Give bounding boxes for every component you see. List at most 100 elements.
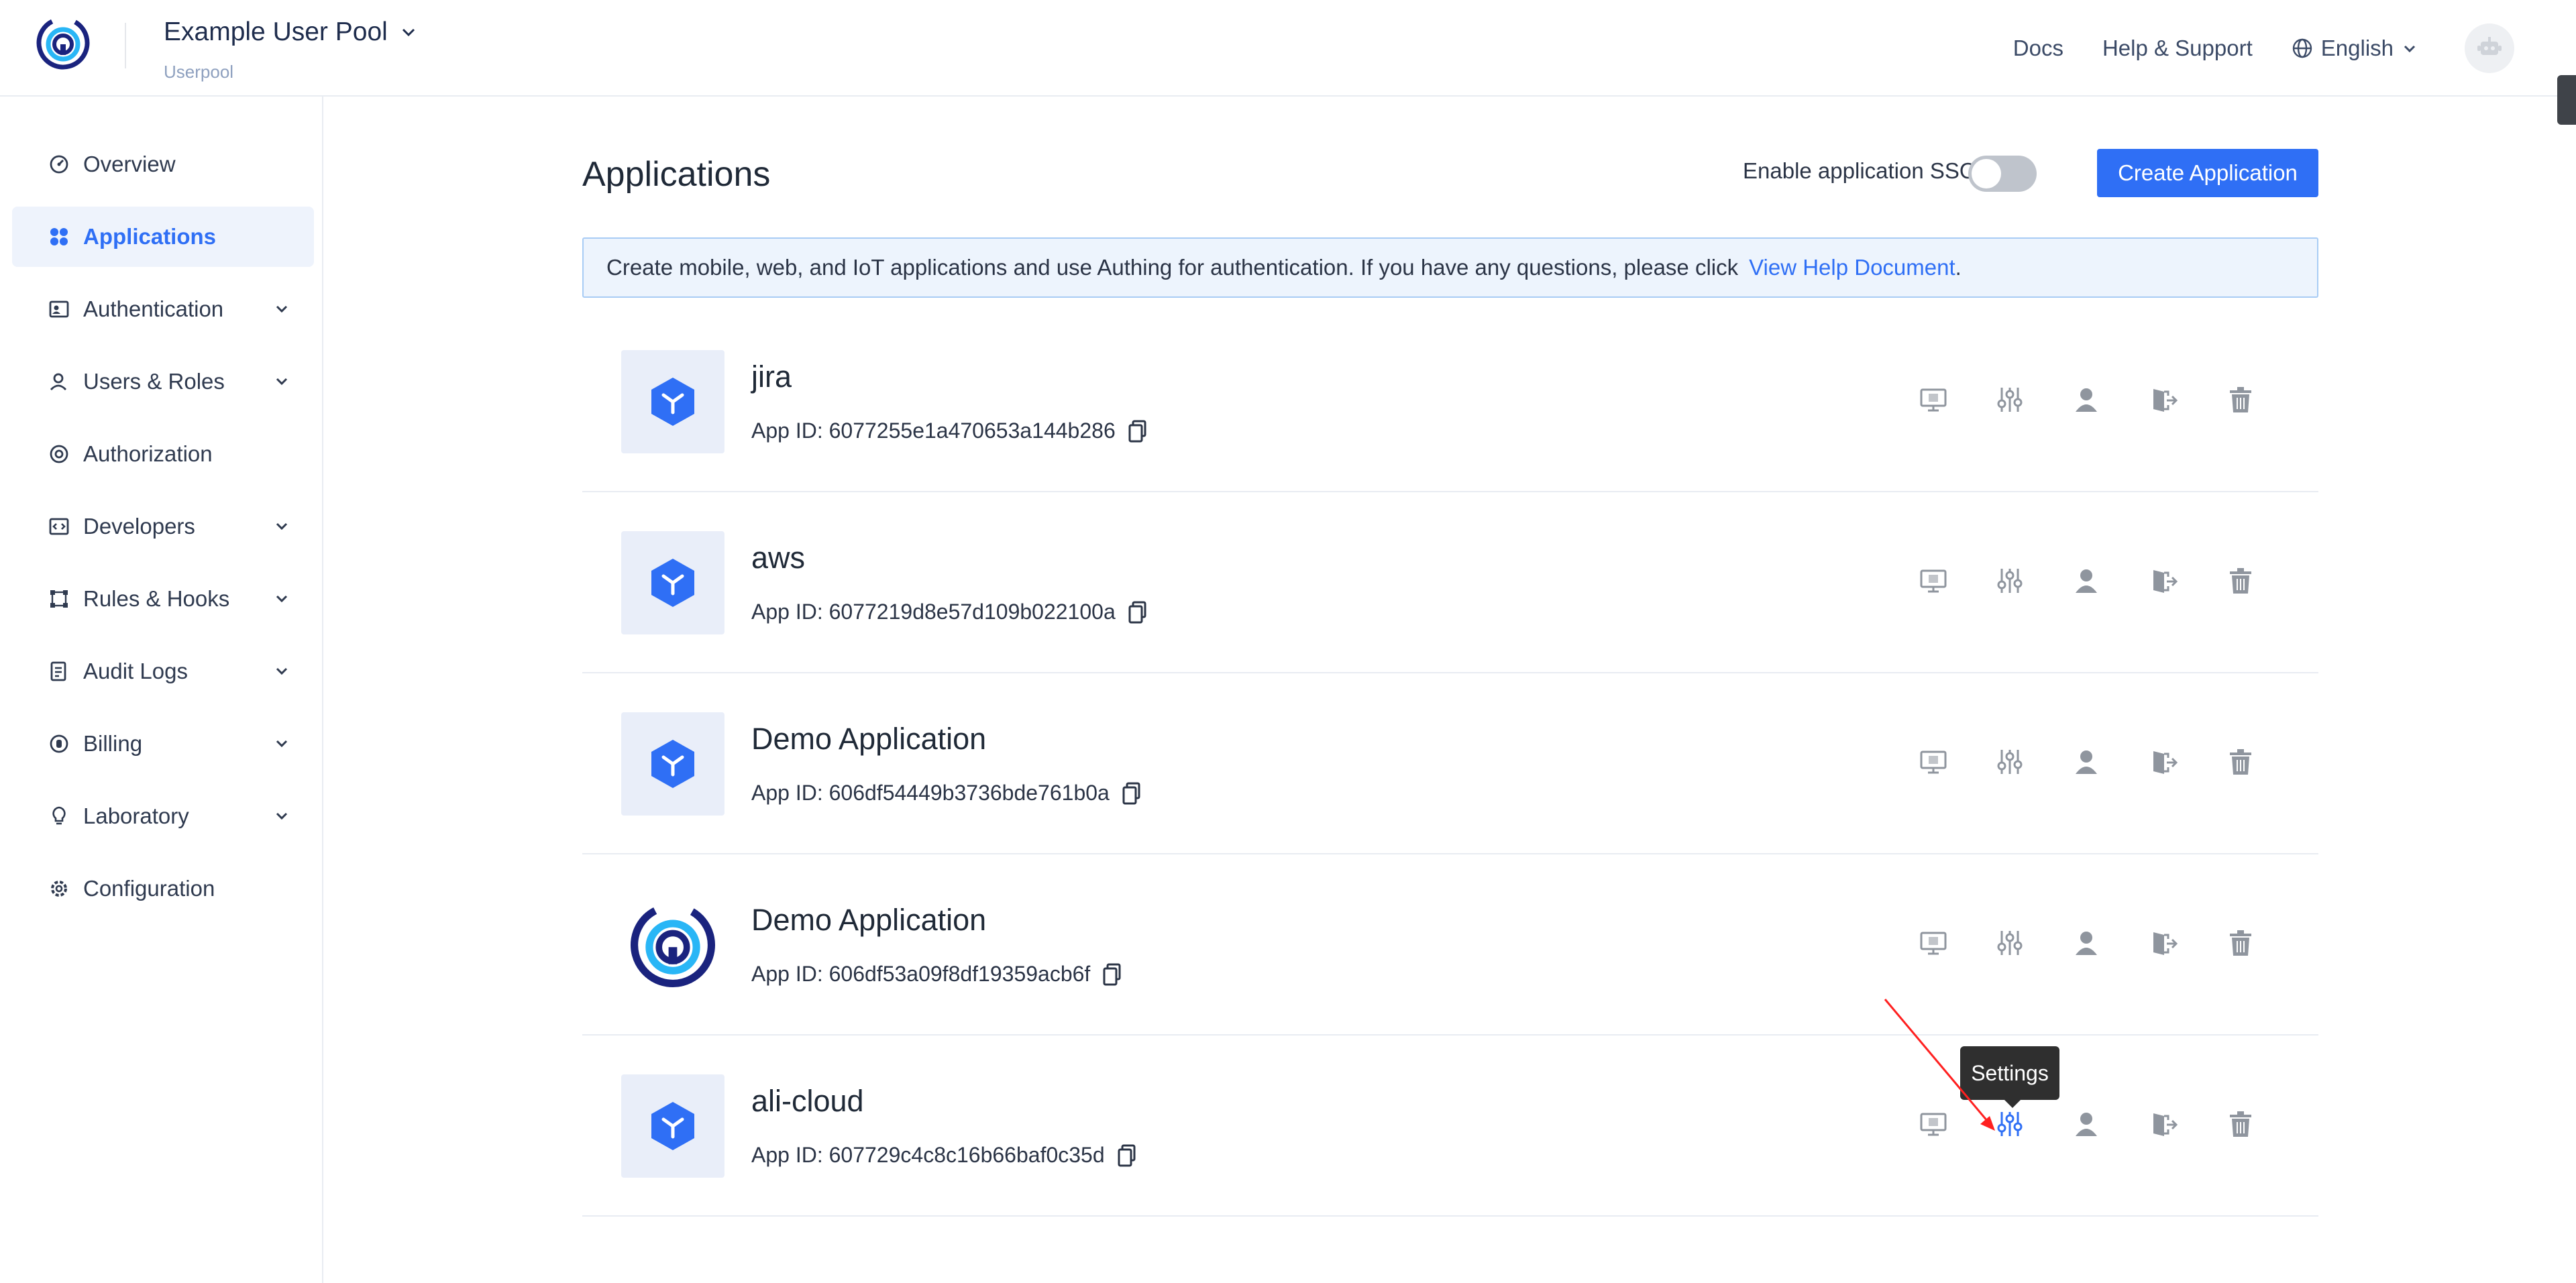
notice-end: .: [1955, 255, 1962, 280]
docs-link[interactable]: Docs: [2013, 36, 2063, 61]
logout-button[interactable]: [2143, 740, 2186, 783]
sidebar-item-label: Audit Logs: [83, 659, 188, 683]
help-support-link[interactable]: Help & Support: [2102, 36, 2253, 61]
monitor-button[interactable]: [1912, 740, 1955, 783]
userpool-switcher[interactable]: Example User Pool: [164, 17, 417, 47]
annotation-arrow: [1884, 999, 1995, 1131]
settings-sliders-button[interactable]: [1988, 740, 2031, 783]
sidebar-item-developers[interactable]: Developers: [12, 496, 314, 557]
monitor-icon: [1920, 569, 1947, 593]
trash-button[interactable]: [2219, 1103, 2262, 1146]
sidebar-item-laboratory[interactable]: Laboratory: [12, 786, 314, 846]
grid-icon: [50, 228, 68, 245]
avatar[interactable]: [2465, 23, 2514, 73]
chevron-down-icon: [402, 28, 415, 37]
sidebar-item-label: Users & Roles: [83, 369, 225, 394]
trash-icon: [2230, 387, 2251, 412]
user-icon: [50, 373, 67, 390]
row-actions: [582, 378, 2318, 425]
create-application-button[interactable]: Create Application: [2097, 149, 2318, 197]
tooltip-arrow: [2004, 1100, 2021, 1108]
logout-icon: [2153, 389, 2178, 412]
chevron-down-icon: [276, 667, 288, 675]
language-selector[interactable]: English: [2292, 36, 2418, 61]
sidebar-item-rules-hooks[interactable]: Rules & Hooks: [12, 569, 314, 629]
authing-logo[interactable]: [35, 15, 91, 71]
trash-button[interactable]: [2219, 378, 2262, 421]
sidebar-item-overview[interactable]: Overview: [12, 134, 314, 194]
sidebar-item-label: Configuration: [83, 876, 215, 901]
sidebar-item-users-roles[interactable]: Users & Roles: [12, 351, 314, 412]
user-button[interactable]: [2065, 740, 2108, 783]
sso-toggle-label: Enable application SSO: [1743, 158, 1977, 183]
settings-sliders-icon: [1997, 388, 2023, 412]
application-row[interactable]: Demo Application App ID: 606df53a09f8df1…: [582, 854, 2318, 1036]
sidebar-item-configuration[interactable]: Configuration: [12, 858, 314, 919]
chevron-down-icon: [276, 740, 288, 748]
gear-icon: [51, 881, 67, 897]
row-actions: [582, 1103, 2318, 1150]
help-document-link[interactable]: View Help Document: [1749, 255, 1955, 280]
row-actions: [582, 559, 2318, 606]
user-icon: [2076, 388, 2097, 412]
user-button[interactable]: [2065, 559, 2108, 602]
monitor-button[interactable]: [1912, 922, 1955, 964]
bulb-icon: [52, 806, 66, 825]
monitor-icon: [1920, 932, 1947, 955]
language-label: English: [2320, 36, 2394, 60]
trash-icon: [2230, 749, 2251, 775]
nodes-icon: [50, 590, 68, 608]
sidebar-item-label: Authorization: [83, 441, 213, 466]
user-button[interactable]: [2065, 1103, 2108, 1146]
document-icon: [50, 661, 66, 681]
sso-toggle[interactable]: [1968, 156, 2037, 192]
user-icon: [2076, 750, 2097, 774]
logout-button[interactable]: [2143, 559, 2186, 602]
monitor-button[interactable]: [1912, 378, 1955, 421]
chevron-down-icon: [276, 595, 288, 603]
sidebar-item-authorization[interactable]: Authorization: [12, 424, 314, 484]
trash-icon: [2230, 568, 2251, 594]
trash-button[interactable]: [2219, 559, 2262, 602]
sidebar-item-label: Authentication: [83, 296, 224, 321]
sidebar-item-label: Rules & Hooks: [83, 586, 230, 611]
chevron-down-icon: [2404, 45, 2416, 53]
coin-icon: [50, 734, 68, 753]
chevron-down-icon: [276, 378, 288, 386]
settings-sliders-button[interactable]: [1988, 922, 2031, 964]
user-button[interactable]: [2065, 922, 2108, 964]
monitor-button[interactable]: [1912, 559, 1955, 602]
application-row[interactable]: jira App ID: 6077255e1a470653a144b286: [582, 311, 2318, 492]
id-card-icon: [49, 300, 69, 318]
settings-sliders-icon: [1997, 569, 2023, 593]
top-header: Example User Pool Userpool Docs Help & S…: [0, 0, 2576, 125]
sidebar-item-authentication[interactable]: Authentication: [12, 279, 314, 339]
settings-sliders-button[interactable]: [1988, 378, 2031, 421]
application-row[interactable]: Demo Application App ID: 606df54449b3736…: [582, 673, 2318, 854]
logout-icon: [2153, 1113, 2178, 1136]
row-actions: [582, 740, 2318, 787]
application-row[interactable]: aws App ID: 6077219d8e57d109b022100a: [582, 492, 2318, 673]
logout-icon: [2153, 751, 2178, 774]
sidebar-item-label: Developers: [83, 514, 195, 539]
trash-button[interactable]: [2219, 740, 2262, 783]
sidebar-item-applications[interactable]: Applications: [12, 207, 314, 267]
monitor-icon: [1920, 388, 1947, 412]
trash-button[interactable]: [2219, 922, 2262, 964]
sidebar-item-label: Laboratory: [83, 803, 189, 828]
logout-button[interactable]: [2143, 1103, 2186, 1146]
sidebar-item-label: Overview: [83, 152, 176, 176]
chevron-down-icon: [276, 522, 288, 531]
chevron-down-icon: [276, 812, 288, 820]
sidebar-item-billing[interactable]: Billing: [12, 714, 314, 774]
logout-button[interactable]: [2143, 378, 2186, 421]
logout-icon: [2153, 932, 2178, 955]
settings-sliders-button[interactable]: [1988, 559, 2031, 602]
at-icon: [50, 445, 68, 463]
notice-text: Create mobile, web, and IoT applications…: [606, 255, 1739, 280]
user-button[interactable]: [2065, 378, 2108, 421]
logout-button[interactable]: [2143, 922, 2186, 964]
sidebar-item-audit-logs[interactable]: Audit Logs: [12, 641, 314, 702]
side-panel-handle[interactable]: [2557, 75, 2576, 125]
info-notice: Create mobile, web, and IoT applications…: [582, 237, 2318, 298]
